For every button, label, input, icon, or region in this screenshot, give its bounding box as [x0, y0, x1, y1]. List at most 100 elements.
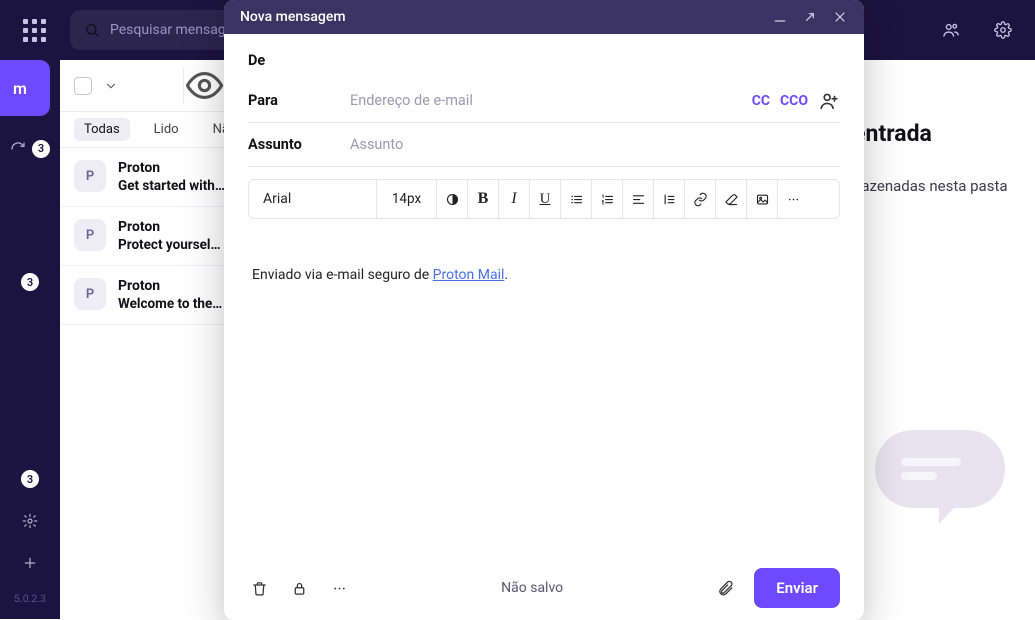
underline-button[interactable]: U — [530, 180, 561, 218]
paperclip-icon — [717, 580, 734, 597]
to-input[interactable] — [350, 80, 736, 121]
list-item[interactable]: P Proton Welcome to the future — [60, 266, 239, 325]
signature-link[interactable]: Proton Mail — [433, 267, 505, 283]
close-icon — [832, 9, 848, 25]
editor-body[interactable]: Enviado via e-mail seguro de Proton Mail… — [248, 219, 840, 556]
contacts-button[interactable] — [933, 12, 969, 48]
delete-draft-button[interactable] — [248, 577, 270, 599]
quote-button[interactable] — [654, 180, 685, 218]
align-icon — [631, 192, 646, 207]
version-label: 5.0.2.3 — [14, 592, 46, 605]
expand-button[interactable] — [802, 9, 818, 25]
list-item[interactable]: P Proton Get started with Proton — [60, 148, 239, 207]
link-button[interactable] — [685, 180, 716, 218]
eraser-icon — [724, 192, 739, 207]
minimize-icon — [772, 9, 788, 25]
send-button[interactable]: Enviar — [754, 568, 840, 608]
email-sender: Proton — [118, 160, 225, 176]
cc-button[interactable]: CC — [752, 93, 770, 109]
contact-add-icon — [818, 90, 840, 112]
close-button[interactable] — [832, 9, 848, 25]
search-icon — [84, 22, 100, 38]
avatar: P — [74, 219, 106, 251]
compose-label: m — [13, 79, 27, 98]
font-size-select[interactable]: 14px — [377, 180, 437, 218]
composer-title: Nova mensagem — [240, 9, 758, 25]
bold-button[interactable]: B — [468, 180, 499, 218]
select-dropdown-icon[interactable] — [104, 79, 118, 93]
email-sender: Proton — [118, 219, 225, 235]
lock-icon — [291, 580, 308, 597]
more-horizontal-footer-icon — [331, 580, 348, 597]
more-options-button[interactable] — [328, 577, 350, 599]
refresh-icon — [10, 141, 26, 157]
subject-label: Assunto — [248, 136, 334, 153]
apps-grid-icon — [23, 19, 46, 42]
inbox-badge: 3 — [32, 140, 50, 158]
italic-icon: I — [511, 190, 516, 208]
expand-icon — [802, 9, 818, 25]
signature-suffix: . — [504, 267, 508, 283]
font-family-select[interactable]: Arial — [249, 180, 377, 218]
insert-image-button[interactable] — [747, 180, 778, 218]
encryption-button[interactable] — [288, 577, 310, 599]
align-button[interactable] — [623, 180, 654, 218]
formatting-toolbar: Arial 14px B I U — [248, 179, 840, 219]
sidebar-add-button[interactable] — [10, 550, 50, 576]
avatar: P — [74, 160, 106, 192]
gear-icon — [994, 21, 1012, 39]
email-subject: Welcome to the future — [118, 296, 225, 312]
bcc-button[interactable]: CCO — [780, 93, 808, 109]
email-list-panel: Todas Lido Não P Proton Get started with… — [60, 60, 240, 619]
color-button[interactable] — [437, 180, 468, 218]
contacts-icon — [942, 21, 960, 39]
gear-small-icon — [22, 513, 38, 529]
from-label: De — [248, 52, 334, 69]
save-state-label: Não salvo — [368, 580, 696, 596]
bold-icon: B — [478, 190, 489, 208]
select-all-checkbox[interactable] — [74, 77, 92, 95]
speech-bubble-illustration — [875, 430, 1015, 550]
plus-icon — [22, 555, 38, 571]
list-item[interactable]: P Proton Protect yourself online — [60, 207, 239, 266]
compose-button[interactable]: m — [0, 60, 50, 116]
avatar: P — [74, 278, 106, 310]
sidebar-folders-settings[interactable] — [10, 508, 50, 534]
settings-button[interactable] — [985, 12, 1021, 48]
minimize-button[interactable] — [772, 9, 788, 25]
spam-badge: 3 — [21, 470, 39, 488]
email-subject: Protect yourself online — [118, 237, 225, 253]
quote-icon — [662, 192, 677, 207]
subject-input[interactable] — [350, 124, 840, 165]
clear-format-button[interactable] — [716, 180, 747, 218]
bullet-list-button[interactable] — [561, 180, 592, 218]
numbered-list-icon — [600, 192, 615, 207]
underline-icon: U — [540, 191, 551, 208]
to-label: Para — [248, 92, 334, 109]
numbered-list-button[interactable] — [592, 180, 623, 218]
sidebar-item-inbox[interactable]: 3 — [10, 136, 50, 162]
email-sender: Proton — [118, 278, 225, 294]
image-icon — [755, 192, 770, 207]
eye-icon — [184, 65, 225, 106]
link-icon — [693, 192, 708, 207]
tab-read[interactable]: Lido — [144, 118, 189, 141]
sidebar-item-drafts[interactable]: 3 — [10, 269, 50, 295]
tab-all[interactable]: Todas — [74, 118, 130, 141]
composer-modal: Nova mensagem De Para CC CCO — [224, 0, 864, 620]
signature-prefix: Enviado via e-mail seguro de — [252, 267, 433, 283]
add-contact-button[interactable] — [818, 90, 840, 112]
read-toggle-button[interactable] — [183, 68, 225, 104]
email-subject: Get started with Proton — [118, 178, 225, 194]
bullet-list-icon — [569, 192, 584, 207]
app-switcher-button[interactable] — [14, 10, 54, 50]
more-format-button[interactable] — [778, 180, 809, 218]
trash-icon — [251, 580, 268, 597]
sidebar-item-spam[interactable]: 3 — [10, 466, 50, 492]
drafts-badge: 3 — [21, 273, 39, 291]
more-horizontal-icon — [786, 192, 801, 207]
contrast-icon — [445, 192, 460, 207]
sidebar: m 3 3 3 5.0.2.3 — [0, 60, 60, 619]
attachment-button[interactable] — [714, 577, 736, 599]
italic-button[interactable]: I — [499, 180, 530, 218]
